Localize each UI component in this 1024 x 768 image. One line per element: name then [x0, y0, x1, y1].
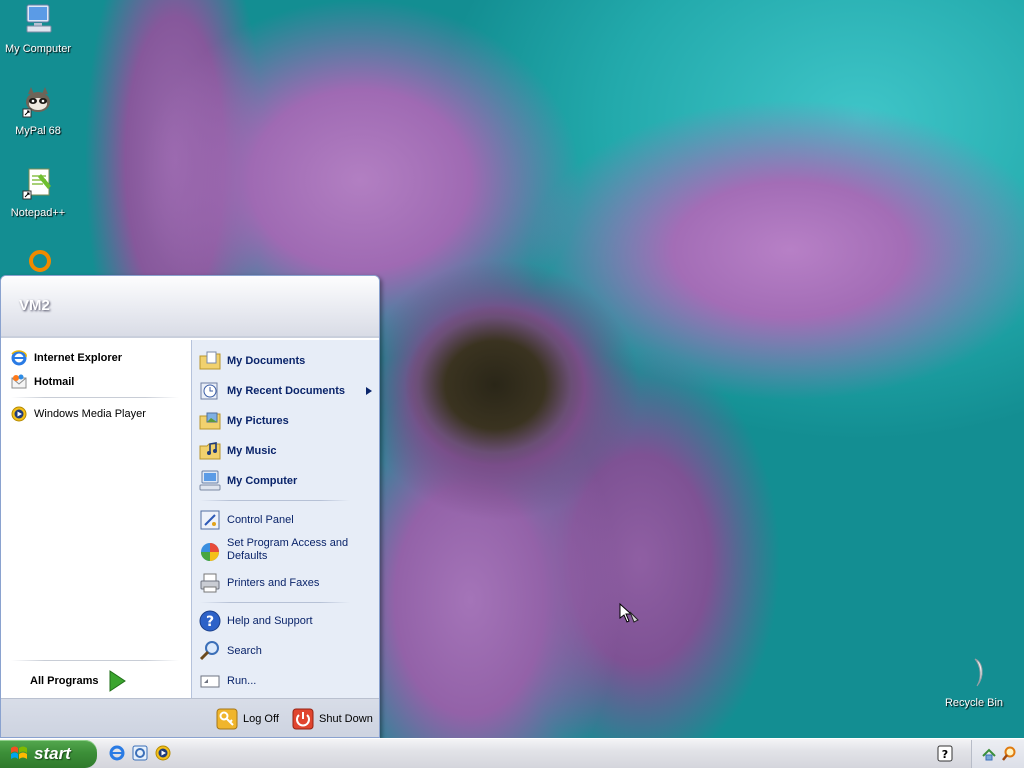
quick-launch-browser-icon[interactable] [131, 744, 149, 762]
all-programs-button[interactable]: All Programs [30, 668, 127, 694]
separator [11, 397, 179, 398]
desktop-icon-partial[interactable] [2, 247, 78, 275]
desktop-icon-recycle-bin[interactable]: Recycle Bin [936, 656, 1012, 710]
media-player-icon [11, 406, 27, 422]
menu-item-my-pictures[interactable]: My Pictures [198, 407, 289, 435]
menu-item-label: Windows Media Player [34, 408, 146, 420]
start-label: start [34, 744, 71, 763]
menu-item-search[interactable]: Search [198, 637, 262, 665]
start-menu-header: VM2 [1, 276, 379, 338]
all-programs-label: All Programs [30, 675, 99, 687]
menu-item-label: My Documents [227, 355, 306, 367]
separator [11, 660, 179, 661]
busy-cursor-icon [619, 602, 639, 623]
start-menu-places-pane: My Documents My Recent Documents My Pict… [191, 340, 379, 698]
svg-text:?: ? [942, 748, 948, 761]
menu-item-label: Internet Explorer [34, 352, 123, 364]
raccoon-icon [22, 87, 50, 118]
search-icon [199, 641, 219, 661]
notepad-plus-plus-icon [22, 168, 51, 200]
menu-item-my-music[interactable]: My Music [198, 437, 277, 465]
menu-item-label: Printers and Faxes [227, 577, 320, 589]
folder-music-icon [199, 442, 221, 460]
hotmail-icon [11, 374, 27, 389]
menu-item-label: My Music [227, 445, 277, 457]
internet-explorer-icon [11, 350, 27, 366]
menu-item-my-recent-documents[interactable]: My Recent Documents [198, 377, 372, 405]
log-off-button[interactable]: Log Off [216, 707, 279, 731]
orange-ring-icon [29, 250, 51, 272]
menu-item-help-and-support[interactable]: ? Help and Support [198, 607, 313, 635]
shut-down-button[interactable]: Shut Down [292, 707, 373, 731]
start-button[interactable]: start [0, 740, 97, 768]
computer-icon [199, 470, 221, 491]
menu-item-label: My Recent Documents [227, 385, 345, 397]
power-icon [292, 708, 314, 730]
menu-item-run[interactable]: Run... [198, 667, 256, 695]
menu-item-my-computer[interactable]: My Computer [198, 467, 297, 495]
menu-item-label: My Computer [227, 475, 298, 487]
magnifier-icon[interactable] [1001, 746, 1017, 762]
computer-icon [26, 4, 52, 33]
recent-documents-icon [200, 382, 218, 400]
svg-text:?: ? [206, 614, 214, 630]
desktop-icon-my-computer[interactable]: My Computer [0, 2, 76, 56]
menu-item-set-program-access[interactable]: Set Program Access and Defaults [198, 537, 352, 567]
separator [200, 602, 350, 603]
user-name: VM2 [19, 297, 50, 314]
menu-item-label: Help and Support [227, 615, 313, 627]
start-menu-footer: Log Off Shut Down [1, 698, 379, 737]
start-menu-programs-pane: Internet Explorer Hotmail Windows Media … [1, 340, 191, 698]
printer-icon [200, 573, 220, 593]
menu-item-internet-explorer[interactable]: Internet Explorer [10, 347, 122, 369]
recycle-bin-icon [974, 658, 983, 687]
menu-item-windows-media-player[interactable]: Windows Media Player [10, 403, 146, 425]
windows-logo-icon [11, 746, 27, 759]
desktop-icon-label: Notepad++ [10, 207, 66, 219]
program-access-icon [201, 543, 219, 561]
desktop-icon-notepadpp[interactable]: Notepad++ [0, 166, 76, 220]
desktop-icon-label: Recycle Bin [944, 697, 1004, 709]
quick-launch-internet-explorer-icon[interactable] [108, 744, 126, 762]
help-icon: ? [199, 610, 221, 632]
control-panel-icon [200, 510, 220, 530]
help-tray-icon[interactable]: ? [937, 745, 953, 762]
separator [200, 500, 350, 501]
menu-item-printers-and-faxes[interactable]: Printers and Faxes [198, 569, 319, 597]
submenu-arrow-icon [366, 387, 372, 395]
menu-item-label: Set Program Access and Defaults [227, 537, 349, 562]
shut-down-label: Shut Down [319, 713, 373, 725]
network-icon[interactable] [981, 746, 997, 762]
taskbar: start ? [0, 738, 1024, 768]
start-menu: VM2 Internet Explorer Hotmail Windows Me… [0, 275, 380, 738]
run-icon [200, 675, 220, 688]
key-icon [216, 708, 238, 730]
desktop-icon-label: MyPal 68 [15, 125, 61, 137]
menu-item-label: My Pictures [227, 415, 289, 427]
desktop-icon-mypal[interactable]: MyPal 68 [0, 84, 76, 138]
menu-item-hotmail[interactable]: Hotmail [10, 371, 74, 393]
log-off-label: Log Off [243, 713, 279, 725]
menu-item-control-panel[interactable]: Control Panel [198, 506, 294, 534]
menu-item-label: Control Panel [227, 514, 294, 526]
green-arrow-icon [109, 670, 127, 692]
quick-launch-media-player-icon[interactable] [154, 744, 172, 762]
menu-item-my-documents[interactable]: My Documents [198, 347, 305, 375]
menu-item-label: Search [227, 645, 262, 657]
folder-pictures-icon [199, 412, 221, 430]
system-tray [971, 740, 1024, 768]
menu-item-label: Hotmail [34, 376, 75, 388]
desktop-icon-label: My Computer [4, 43, 72, 55]
folder-documents-icon [199, 351, 221, 370]
menu-item-label: Run... [227, 675, 257, 687]
